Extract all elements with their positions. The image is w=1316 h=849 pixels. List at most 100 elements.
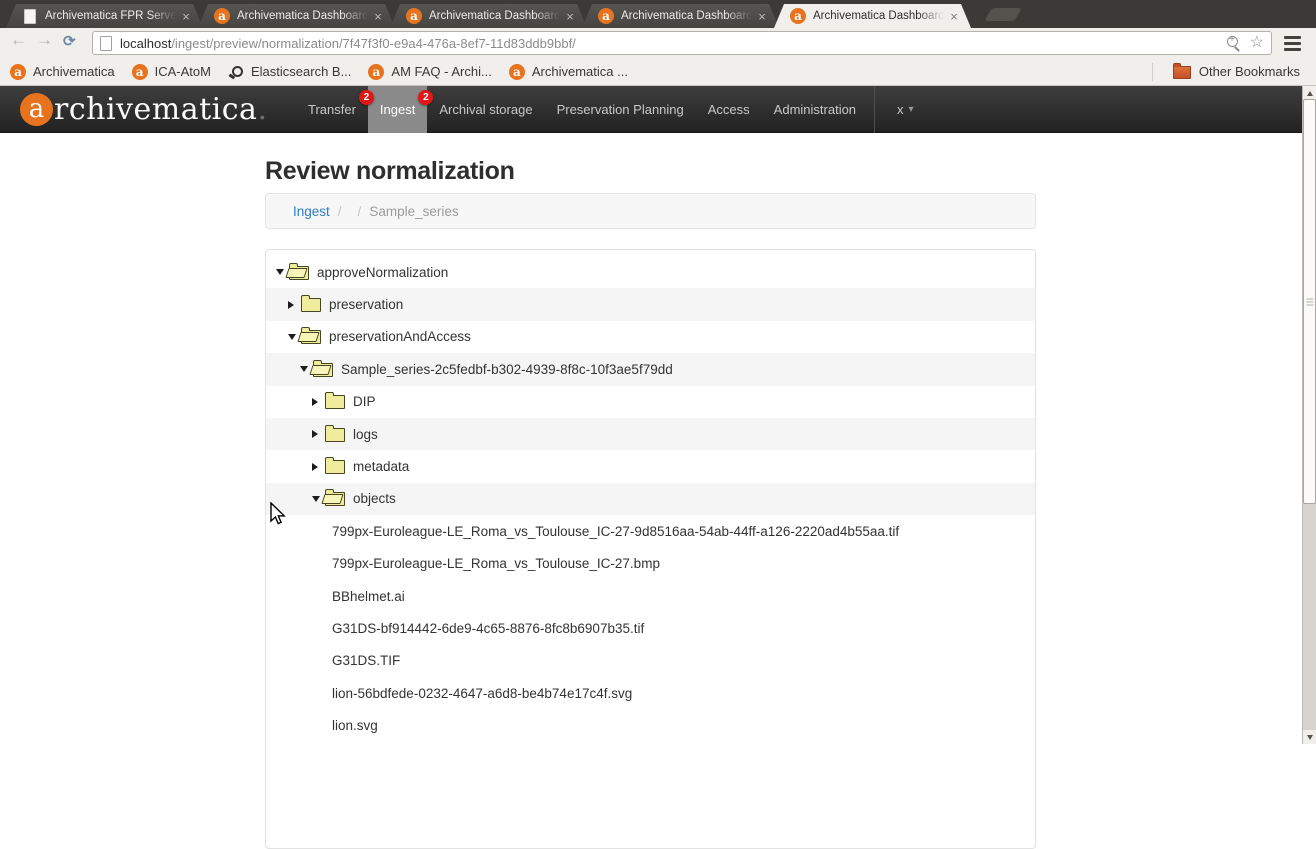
logo-period: . xyxy=(257,92,267,127)
bookmark-label: Elasticsearch B... xyxy=(251,64,351,79)
forward-button-icon[interactable]: → xyxy=(36,30,53,50)
scrollbar-thumb[interactable] xyxy=(1303,99,1316,504)
zoom-handle xyxy=(1234,46,1240,52)
bookmark-item[interactable]: a Archivematica xyxy=(10,64,115,80)
tab-favicon-icon: a xyxy=(790,8,806,24)
expand-toggle-icon[interactable] xyxy=(312,398,321,406)
page-scrollbar[interactable] xyxy=(1302,86,1316,744)
bookmarks-separator xyxy=(1152,63,1153,81)
tree-item-label: G31DS.TIF xyxy=(332,653,400,668)
bookmark-item[interactable]: a Archivematica ... xyxy=(509,64,628,80)
reload-button-icon[interactable]: ⟳ xyxy=(63,32,76,50)
tab-close-icon[interactable]: × xyxy=(947,10,961,23)
tab-strip: a Archivematica FPR Server × a Archivema… xyxy=(6,4,966,28)
browser-tab[interactable]: a Archivematica Dashboard × xyxy=(774,4,971,28)
tree-row[interactable]: preservation xyxy=(266,288,1035,320)
browser-tab[interactable]: a Archivematica Dashboard × xyxy=(582,4,779,28)
expand-toggle-icon[interactable] xyxy=(276,269,285,275)
zoom-plus-glyph: + xyxy=(1229,34,1235,45)
tree-row[interactable]: Sample_series-2c5fedbf-b302-4939-8f8c-10… xyxy=(266,353,1035,385)
browser-tab[interactable]: a Archivematica Dashboard × xyxy=(390,4,587,28)
triangle-glyph xyxy=(312,496,320,502)
scroll-up-icon xyxy=(1307,91,1313,96)
bookmark-label: ICA-AtoM xyxy=(155,64,211,79)
browser-menu-icon[interactable] xyxy=(1284,36,1301,51)
folder-icon xyxy=(325,395,345,409)
folder-icon xyxy=(289,266,309,280)
tree-row[interactable]: logs xyxy=(266,418,1035,450)
nav-item-transfer[interactable]: Transfer 2 xyxy=(296,86,368,133)
archivematica-logo[interactable]: archivematica. xyxy=(20,92,267,127)
tree-row[interactable]: metadata xyxy=(266,450,1035,482)
back-button-icon[interactable]: ← xyxy=(10,30,27,50)
nav-item-administration[interactable]: Administration xyxy=(762,86,868,133)
tree-item-label: preservation xyxy=(329,297,403,312)
logo-text: rchivematica xyxy=(54,92,257,127)
tree-item-label: DIP xyxy=(353,394,376,409)
browser-tab[interactable]: a Archivematica FPR Server × xyxy=(6,4,203,28)
bookmarks-folder-icon xyxy=(1173,66,1191,79)
scroll-down-button[interactable] xyxy=(1303,730,1316,744)
scroll-up-button[interactable] xyxy=(1303,86,1316,100)
bookmark-item[interactable]: Elasticsearch B... xyxy=(228,64,351,80)
normalization-tree-panel: approveNormalization preservation preser… xyxy=(265,249,1036,849)
address-bar[interactable]: localhost/ingest/preview/normalization/7… xyxy=(92,31,1272,55)
bookmarks-bar: a Archivematica a ICA-AtoM Elasticsearch… xyxy=(0,58,1316,86)
triangle-glyph xyxy=(300,366,308,372)
bookmark-star-icon[interactable]: ☆ xyxy=(1250,35,1264,51)
nav-item-label: Administration xyxy=(774,102,856,117)
url-text[interactable]: localhost/ingest/preview/normalization/7… xyxy=(120,36,1225,51)
archivematica-header: archivematica. Transfer 2 Ingest 2 Archi… xyxy=(0,86,1302,133)
other-bookmarks-button[interactable]: Other Bookmarks xyxy=(1152,63,1306,81)
tab-close-icon[interactable]: × xyxy=(563,10,577,23)
bookmark-item[interactable]: a ICA-AtoM xyxy=(132,64,211,80)
notification-badge: 2 xyxy=(359,90,374,105)
tree-row-file[interactable]: lion-56bdfede-0232-4647-a6d8-be4b74e17c4… xyxy=(266,677,1035,709)
tree-row[interactable]: approveNormalization xyxy=(266,256,1035,288)
tree-item-label: 799px-Euroleague-LE_Roma_vs_Toulouse_IC-… xyxy=(332,524,899,539)
tab-favicon-icon: a xyxy=(214,8,230,24)
tab-title: Archivematica FPR Server xyxy=(45,10,176,22)
expand-toggle-icon[interactable] xyxy=(312,496,321,502)
tree-row[interactable]: preservationAndAccess xyxy=(266,321,1035,353)
nav-item-ingest[interactable]: Ingest 2 xyxy=(368,86,427,133)
expand-toggle-icon[interactable] xyxy=(312,463,321,471)
tree-row[interactable]: objects xyxy=(266,483,1035,515)
expand-toggle-icon[interactable] xyxy=(288,301,297,309)
zoom-icon[interactable]: + xyxy=(1225,35,1242,51)
folder-icon xyxy=(301,298,321,312)
expand-toggle-icon[interactable] xyxy=(312,430,321,438)
tree-row-file[interactable]: BBhelmet.ai xyxy=(266,580,1035,612)
nav-item-x[interactable]: x ▾ xyxy=(885,86,926,133)
expand-toggle-icon[interactable] xyxy=(288,334,297,340)
tree-row-file[interactable]: G31DS.TIF xyxy=(266,645,1035,677)
nav-item-preservation-planning[interactable]: Preservation Planning xyxy=(545,86,696,133)
tree-row-file[interactable]: G31DS-bf914442-6de9-4c65-8876-8fc8b6907b… xyxy=(266,612,1035,644)
bookmark-item[interactable]: a AM FAQ - Archi... xyxy=(368,64,491,80)
tab-close-icon[interactable]: × xyxy=(371,10,385,23)
tab-bar: a Archivematica FPR Server × a Archivema… xyxy=(0,0,1316,28)
tree-row[interactable]: DIP xyxy=(266,386,1035,418)
triangle-glyph xyxy=(288,334,296,340)
archivematica-favicon-letter: a xyxy=(136,64,144,80)
tab-close-icon[interactable]: × xyxy=(179,10,193,23)
nav-item-label: x xyxy=(897,102,904,117)
tab-close-icon[interactable]: × xyxy=(755,10,769,23)
new-tab-button[interactable] xyxy=(984,8,1022,21)
other-bookmarks-label: Other Bookmarks xyxy=(1199,64,1300,79)
tree-item-label: preservationAndAccess xyxy=(329,329,471,344)
browser-tab[interactable]: a Archivematica Dashboard × xyxy=(198,4,395,28)
breadcrumb-ingest-link[interactable]: Ingest xyxy=(293,204,330,219)
archivematica-favicon-letter: a xyxy=(513,64,521,80)
tree-row-file[interactable]: 799px-Euroleague-LE_Roma_vs_Toulouse_IC-… xyxy=(266,548,1035,580)
tree-row-file[interactable]: lion.svg xyxy=(266,709,1035,741)
tab-favicon-icon: a xyxy=(406,8,422,24)
expand-toggle-icon[interactable] xyxy=(300,366,309,372)
triangle-glyph xyxy=(276,269,284,275)
nav-item-access[interactable]: Access xyxy=(696,86,762,133)
archivematica-favicon-letter: a xyxy=(602,8,610,24)
tab-title: Archivematica Dashboard xyxy=(429,10,560,22)
tree-row-file[interactable]: 799px-Euroleague-LE_Roma_vs_Toulouse_IC-… xyxy=(266,515,1035,547)
nav-item-label: Access xyxy=(708,102,750,117)
nav-item-archival-storage[interactable]: Archival storage xyxy=(427,86,544,133)
